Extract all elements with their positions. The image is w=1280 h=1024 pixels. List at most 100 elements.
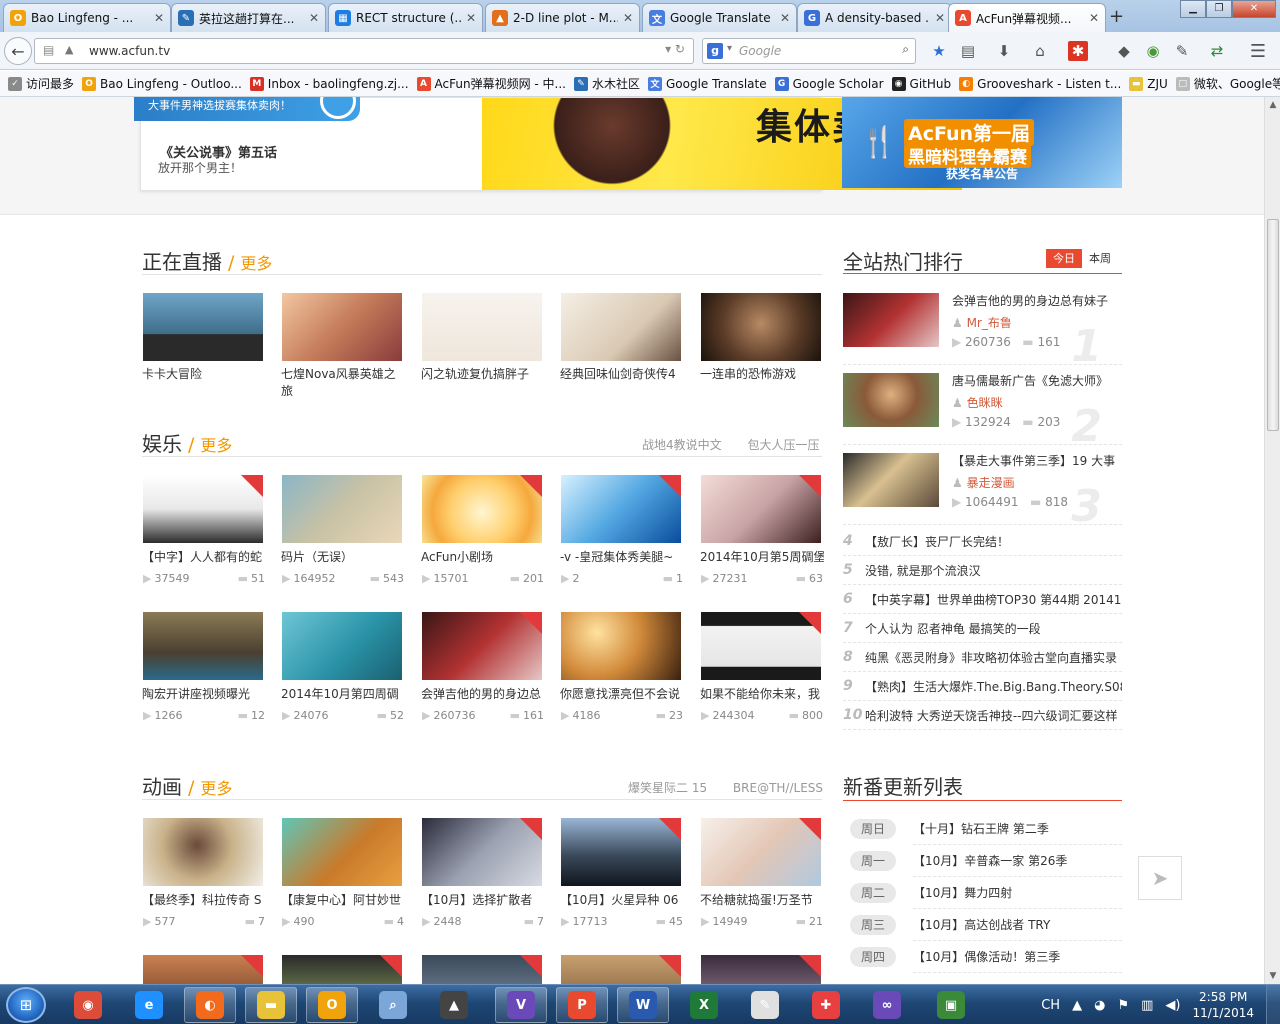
video-title[interactable]: 【中字】人人都有的蛇 — [142, 548, 266, 566]
share-button[interactable]: ➤ — [1138, 856, 1182, 900]
ranking-item-1[interactable]: 1 会弹吉他的男的身边总有妹子 ♟ Mr_布鲁 ▶ 260736 ▬ 161 — [843, 292, 1122, 372]
ranking-author[interactable]: ♟ 暴走漫画 — [952, 474, 1015, 491]
close-icon[interactable]: ✕ — [935, 11, 945, 25]
anime-more-link[interactable]: 更多 — [200, 775, 232, 799]
weekday-badge[interactable]: 周三 — [850, 915, 896, 935]
video-title[interactable]: 陶宏开讲座视频曝光 — [142, 685, 266, 703]
tray-expand-icon[interactable]: ▲ — [1072, 998, 1082, 1013]
bookmark-item[interactable]: ▬ ZJU — [1129, 76, 1168, 91]
schedule-row[interactable]: 周一 【10月】辛普森一家 第26季 — [850, 845, 1122, 877]
bookmarks-menu-icon[interactable]: ▤ — [958, 41, 978, 61]
chrome-taskbar-icon[interactable]: ◉ — [62, 987, 114, 1023]
bookmark-item[interactable]: ✎ 水木社区 — [573, 75, 640, 92]
video-thumbnail[interactable] — [561, 612, 681, 680]
close-icon[interactable]: ✕ — [154, 11, 164, 25]
tab-2[interactable]: ▦ RECT structure (... ✕ — [328, 3, 483, 32]
flag-icon[interactable]: ⚑ — [1117, 998, 1129, 1013]
video-thumbnail[interactable] — [701, 612, 821, 680]
video-thumbnail[interactable] — [701, 818, 821, 886]
video-thumbnail[interactable] — [143, 955, 263, 984]
ranking-row[interactable]: 7 个人认为 忍者神龟 最搞笑的一段 — [843, 614, 1122, 643]
video-title[interactable]: 【最终季】科拉传奇 S — [142, 891, 266, 909]
video-thumbnail[interactable] — [282, 612, 402, 680]
vs-link-taskbar-icon[interactable]: ∞ — [861, 987, 913, 1023]
tab-4[interactable]: 文 Google Translate ✕ — [642, 3, 797, 32]
visual-studio-taskbar-icon[interactable]: V — [495, 987, 547, 1023]
ranking-row[interactable]: 4 【敖厂长】丧尸厂长完结！ — [843, 527, 1122, 556]
video-thumbnail[interactable] — [422, 955, 542, 984]
paint-taskbar-icon[interactable]: ✚ — [800, 987, 852, 1023]
warning-icon[interactable]: ▲ — [65, 43, 73, 56]
ranking-thumbnail[interactable] — [843, 373, 939, 427]
explorer-taskbar-icon[interactable]: ▬ — [245, 987, 297, 1023]
volume-icon[interactable]: ◀) — [1165, 998, 1180, 1013]
page-list-icon[interactable]: ▤ — [43, 43, 54, 57]
search-icon[interactable]: ⌕ — [902, 42, 909, 57]
addon-icon[interactable]: ✱ — [1068, 41, 1088, 61]
excel-taskbar-icon[interactable]: X — [678, 987, 730, 1023]
tab-6[interactable]: A AcFun弹幕视频... ✕ — [948, 3, 1106, 32]
language-indicator[interactable]: CH — [1041, 998, 1060, 1013]
tab-5[interactable]: G A density-based ... ✕ — [797, 3, 952, 32]
live-more-link[interactable]: 更多 — [240, 250, 272, 274]
ent-more-link[interactable]: 更多 — [200, 432, 232, 456]
qq-icon[interactable]: ◕ — [1094, 998, 1105, 1013]
schedule-row[interactable]: 周二 【10月】舞力四射 — [850, 877, 1122, 909]
video-thumbnail[interactable] — [422, 293, 542, 361]
video-title[interactable]: 【10月】选择扩散者 — [421, 891, 545, 909]
bookmark-item[interactable]: O Bao Lingfeng - Outloo... — [82, 76, 242, 91]
sync-icon[interactable]: ◉ — [1143, 41, 1163, 61]
close-icon[interactable]: ✕ — [623, 11, 633, 25]
weekday-badge[interactable]: 周四 — [850, 947, 896, 967]
minimize-button[interactable]: ▁ — [1180, 0, 1206, 18]
ranking-title[interactable]: 纯黑《恶灵附身》非攻略初体验古堂向直播实录 — [865, 649, 1117, 666]
bookmark-item[interactable]: ◉ GitHub — [891, 76, 951, 91]
schedule-title[interactable]: 【十月】钻石王牌 第二季 — [913, 814, 1122, 845]
scroll-up-arrow[interactable]: ▲ — [1265, 97, 1280, 113]
schedule-title[interactable]: 【10月】高达创战者 TRY — [913, 910, 1122, 941]
firefox-taskbar-icon[interactable]: ◐ — [184, 987, 236, 1023]
ranking-author[interactable]: ♟ 色眯眯 — [952, 394, 1003, 411]
scroll-thumb[interactable] — [1267, 219, 1279, 431]
weekday-badge[interactable]: 周二 — [850, 883, 896, 903]
address-bar[interactable]: ▤ ▲ www.acfun.tv ▾ ↻ — [34, 38, 694, 64]
ranking-title[interactable]: 没错, 就是那个流浪汉 — [865, 562, 981, 579]
back-button[interactable]: ← — [4, 37, 32, 65]
tab-1[interactable]: ✎ 英拉这趟打算在... ✕ — [171, 3, 326, 32]
video-title[interactable]: 码片（无误） — [281, 548, 405, 566]
bookmark-item[interactable]: ◐ Grooveshark - Listen t... — [959, 76, 1121, 91]
ranking-title[interactable]: 【熟肉】生活大爆炸.The.Big.Bang.Theory.S08 — [865, 678, 1122, 695]
ranking-title[interactable]: 唐马儒最新广告《免滤大师》 — [952, 372, 1120, 389]
weekday-badge[interactable]: 周日 — [850, 819, 896, 839]
video-thumbnail[interactable] — [282, 818, 402, 886]
tab-week[interactable]: 本周 — [1082, 249, 1118, 268]
scroll-down-arrow[interactable]: ▼ — [1265, 968, 1280, 984]
close-window-button[interactable]: ✕ — [1232, 0, 1276, 18]
new-tab-button[interactable]: + — [1109, 6, 1124, 27]
weekday-badge[interactable]: 周一 — [850, 851, 896, 871]
ranking-item-3[interactable]: 3 【暴走大事件第三季】19 大事 ♟ 暴走漫画 ▶ 1064491 ▬ 818 — [843, 453, 1122, 532]
video-title[interactable]: 卡卡大冒险 — [142, 366, 260, 383]
search-taskbar-icon[interactable]: ⌕ — [367, 987, 419, 1023]
ranking-row[interactable]: 9 【熟肉】生活大爆炸.The.Big.Bang.Theory.S08 — [843, 672, 1122, 701]
video-title[interactable]: 2014年10月第四周碉 — [281, 685, 405, 703]
ranking-title[interactable]: 会弹吉他的男的身边总有妹子 — [952, 292, 1120, 309]
clock[interactable]: 2:58 PM 11/1/2014 — [1192, 989, 1254, 1021]
video-thumbnail[interactable] — [561, 475, 681, 543]
video-thumbnail[interactable] — [143, 293, 263, 361]
close-icon[interactable]: ✕ — [1089, 11, 1099, 25]
video-thumbnail[interactable] — [282, 293, 402, 361]
anime-link-0[interactable]: 爆笑星际二 15 — [628, 781, 707, 795]
schedule-row[interactable]: 周三 【10月】高达创战者 TRY — [850, 909, 1122, 941]
schedule-title[interactable]: 【10月】偶像活动！第三季 — [913, 942, 1122, 973]
video-title[interactable]: 你愿意找漂亮但不会说 — [560, 685, 684, 703]
bookmark-item[interactable]: M Inbox - baolingfeng.zj... — [249, 76, 409, 91]
banner-ribbon[interactable]: 大事件男神选拔赛集体卖肉！ — [134, 97, 360, 121]
bookmark-item[interactable]: 文 Google Translate — [648, 76, 767, 91]
url-text[interactable]: www.acfun.tv — [89, 44, 170, 58]
video-thumbnail[interactable] — [561, 293, 681, 361]
video-thumbnail[interactable] — [143, 475, 263, 543]
video-title[interactable]: 一连串的恐怖游戏 — [700, 366, 818, 383]
ent-link-0[interactable]: 战地4教说中文 — [642, 438, 722, 452]
bookmark-item[interactable]: ✓ 访问最多 — [8, 75, 74, 92]
